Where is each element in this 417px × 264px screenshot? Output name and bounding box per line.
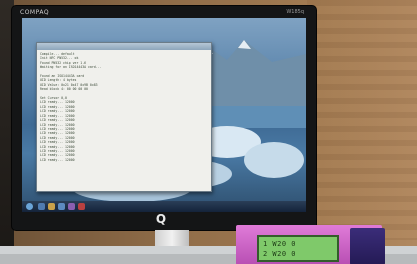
taskbar-app-icon[interactable] xyxy=(48,203,55,210)
taskbar-app-icon[interactable] xyxy=(78,203,85,210)
wood-wall xyxy=(307,0,417,240)
computer-monitor: COMPAQ W185q Compile... default Init NFC … xyxy=(12,6,316,230)
photo-scene: COMPAQ W185q Compile... default Init NFC … xyxy=(0,0,417,264)
taskbar-app-icon[interactable] xyxy=(58,203,65,210)
monitor-screen: Compile... default Init NFC PN532... ok Fo… xyxy=(22,18,306,212)
taskbar-app-icon[interactable] xyxy=(68,203,75,210)
lcd-line-2: 2 W20 0 xyxy=(263,250,297,258)
taskbar xyxy=(22,201,306,212)
lcd-display: 1 W20 0 2 W20 0 xyxy=(257,235,339,262)
terminal-line: LCD ready... 12000 xyxy=(40,157,75,162)
enclosure-side-block xyxy=(350,228,385,264)
terminal-output: Compile... default Init NFC PN532... ok Fo… xyxy=(40,52,208,189)
lcd-line-1: 1 W20 0 xyxy=(263,240,297,248)
monitor-model: W185q xyxy=(286,9,304,15)
serial-terminal-window[interactable]: Compile... default Init NFC PN532... ok Fo… xyxy=(36,42,212,192)
terminal-titlebar[interactable] xyxy=(37,43,211,50)
iceberg-2 xyxy=(244,142,304,178)
monitor-brand: COMPAQ xyxy=(20,9,50,16)
compaq-logo-icon: Q xyxy=(155,212,167,226)
start-icon[interactable] xyxy=(26,203,33,210)
taskbar-app-icon[interactable] xyxy=(38,203,45,210)
